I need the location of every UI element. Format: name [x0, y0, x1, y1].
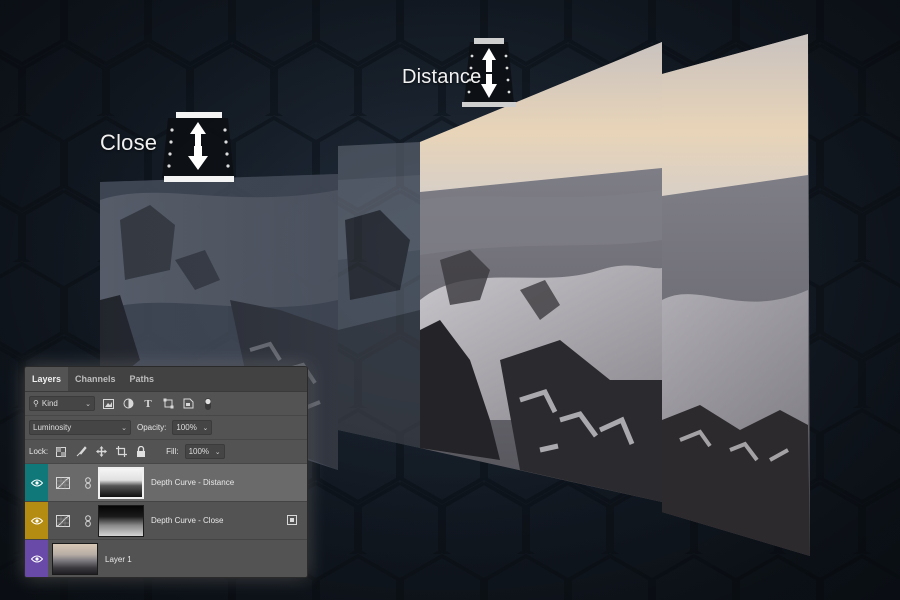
close-depth-icon [162, 112, 234, 182]
chain-link-icon [85, 476, 91, 489]
layer-name[interactable]: Layer 1 [105, 555, 132, 564]
adjustment-filter-icon[interactable] [121, 397, 135, 411]
tab-layers[interactable]: Layers [25, 367, 69, 391]
distance-plane-rear [662, 34, 810, 556]
fill-field[interactable]: 100% ⌄ [184, 444, 225, 459]
opacity-label: Opacity: [137, 423, 167, 432]
lock-transparent-icon[interactable] [54, 445, 68, 459]
layer-name[interactable]: Depth Curve - Distance [151, 478, 234, 487]
lock-row: Lock: Fill: 100% ⌄ [25, 440, 307, 464]
eye-icon [30, 479, 43, 486]
chevron-down-icon: ⌄ [85, 400, 91, 408]
layer-row-depth-curve-distance[interactable]: Depth Curve - Distance [25, 464, 307, 502]
smart-object-filter-icon[interactable] [181, 397, 195, 411]
chevron-down-icon: ⌄ [121, 424, 127, 432]
layer-type-area [48, 514, 78, 527]
layer-mask-link[interactable] [78, 476, 98, 489]
close-label: Close [100, 130, 158, 155]
clipping-mask-icon [287, 512, 297, 530]
middle-plane [338, 142, 420, 448]
fill-label: Fill: [166, 447, 179, 456]
blend-mode-dropdown[interactable]: Luminosity ⌄ [29, 420, 131, 435]
fill-value: 100% [188, 447, 210, 456]
chevron-down-icon: ⌄ [214, 448, 221, 456]
lock-image-icon[interactable] [74, 445, 88, 459]
lock-label: Lock: [29, 447, 49, 456]
filter-toggle-icon[interactable] [201, 397, 215, 411]
layers-panel: Layers Channels Paths ⚲ Kind ⌄ T Luminos… [24, 366, 308, 578]
layer-mask-link[interactable] [78, 514, 98, 527]
panel-tab-bar: Layers Channels Paths [25, 367, 307, 392]
shape-filter-icon[interactable] [161, 397, 175, 411]
type-filter-icon[interactable]: T [141, 397, 155, 411]
opacity-value: 100% [176, 423, 197, 432]
blend-mode-value: Luminosity [33, 423, 72, 432]
curves-adjustment-icon [56, 476, 70, 489]
filter-row: ⚲ Kind ⌄ T [25, 392, 307, 416]
distance-label: Distance [402, 66, 482, 88]
eye-icon [30, 555, 43, 563]
layer-image-thumbnail[interactable] [52, 543, 98, 575]
opacity-field[interactable]: 100% ⌄ [172, 420, 213, 435]
chain-link-icon [85, 514, 91, 527]
image-filter-icon[interactable] [101, 397, 115, 411]
blend-row: Luminosity ⌄ Opacity: 100% ⌄ [25, 416, 307, 440]
layer-mask-thumbnail[interactable] [98, 466, 144, 499]
chevron-down-icon: ⌄ [202, 424, 209, 432]
curves-adjustment-icon [56, 514, 70, 527]
tab-paths[interactable]: Paths [123, 367, 162, 391]
layer-row-depth-curve-close[interactable]: Depth Curve - Close [25, 502, 307, 540]
layer-row-layer-1[interactable]: Layer 1 [25, 540, 307, 577]
layer-visibility-toggle[interactable] [25, 464, 48, 501]
eye-icon [30, 517, 43, 524]
lock-artboard-icon[interactable] [114, 445, 128, 459]
filter-kind-dropdown[interactable]: ⚲ Kind ⌄ [29, 396, 95, 411]
search-icon: ⚲ [33, 399, 39, 408]
layer-visibility-toggle[interactable] [25, 540, 48, 577]
layer-mask-thumbnail[interactable] [98, 504, 144, 537]
layer-type-area [48, 476, 78, 489]
layer-visibility-toggle[interactable] [25, 502, 48, 539]
filter-kind-value: Kind [41, 399, 58, 408]
layer-name[interactable]: Depth Curve - Close [151, 516, 223, 525]
tab-channels[interactable]: Channels [68, 367, 123, 391]
lock-all-icon[interactable] [134, 445, 148, 459]
distance-plane [420, 42, 662, 502]
lock-position-icon[interactable] [94, 445, 108, 459]
